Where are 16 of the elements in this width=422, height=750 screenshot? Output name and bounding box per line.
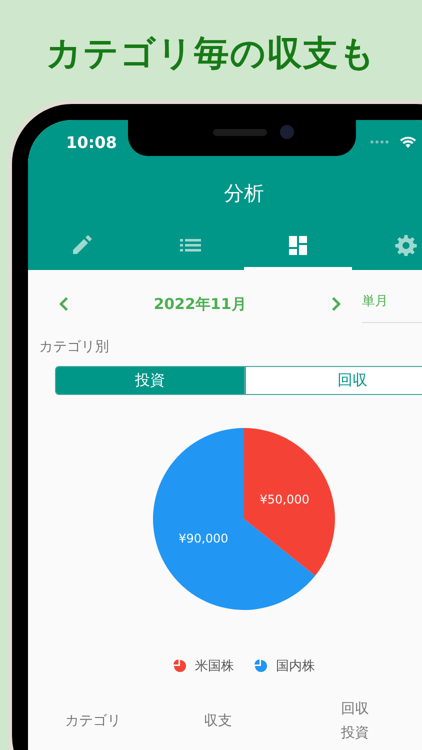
- column-header[interactable]: 回収: [341, 697, 369, 721]
- legend-label: 米国株: [195, 658, 234, 675]
- period-dropdown[interactable]: 単月: [362, 286, 422, 322]
- slice-value-label: ¥50,000: [260, 492, 310, 506]
- section-label: カテゴリ別: [39, 338, 110, 356]
- column-header[interactable]: カテゴリ: [65, 709, 121, 733]
- segment-tab[interactable]: 投資: [55, 366, 245, 395]
- column-header[interactable]: 投資: [341, 721, 369, 745]
- legend-label: 国内株: [276, 658, 315, 675]
- headline: カテゴリ毎の収支も: [45, 33, 377, 76]
- slice-value-label: ¥90,000: [178, 532, 228, 546]
- screen-title: 分析: [224, 180, 264, 206]
- segment-tab[interactable]: 回収: [245, 366, 422, 395]
- month-label: 2022年11月: [152, 294, 248, 314]
- column-header[interactable]: 収支: [204, 709, 232, 733]
- status-time: 10:08: [66, 132, 118, 152]
